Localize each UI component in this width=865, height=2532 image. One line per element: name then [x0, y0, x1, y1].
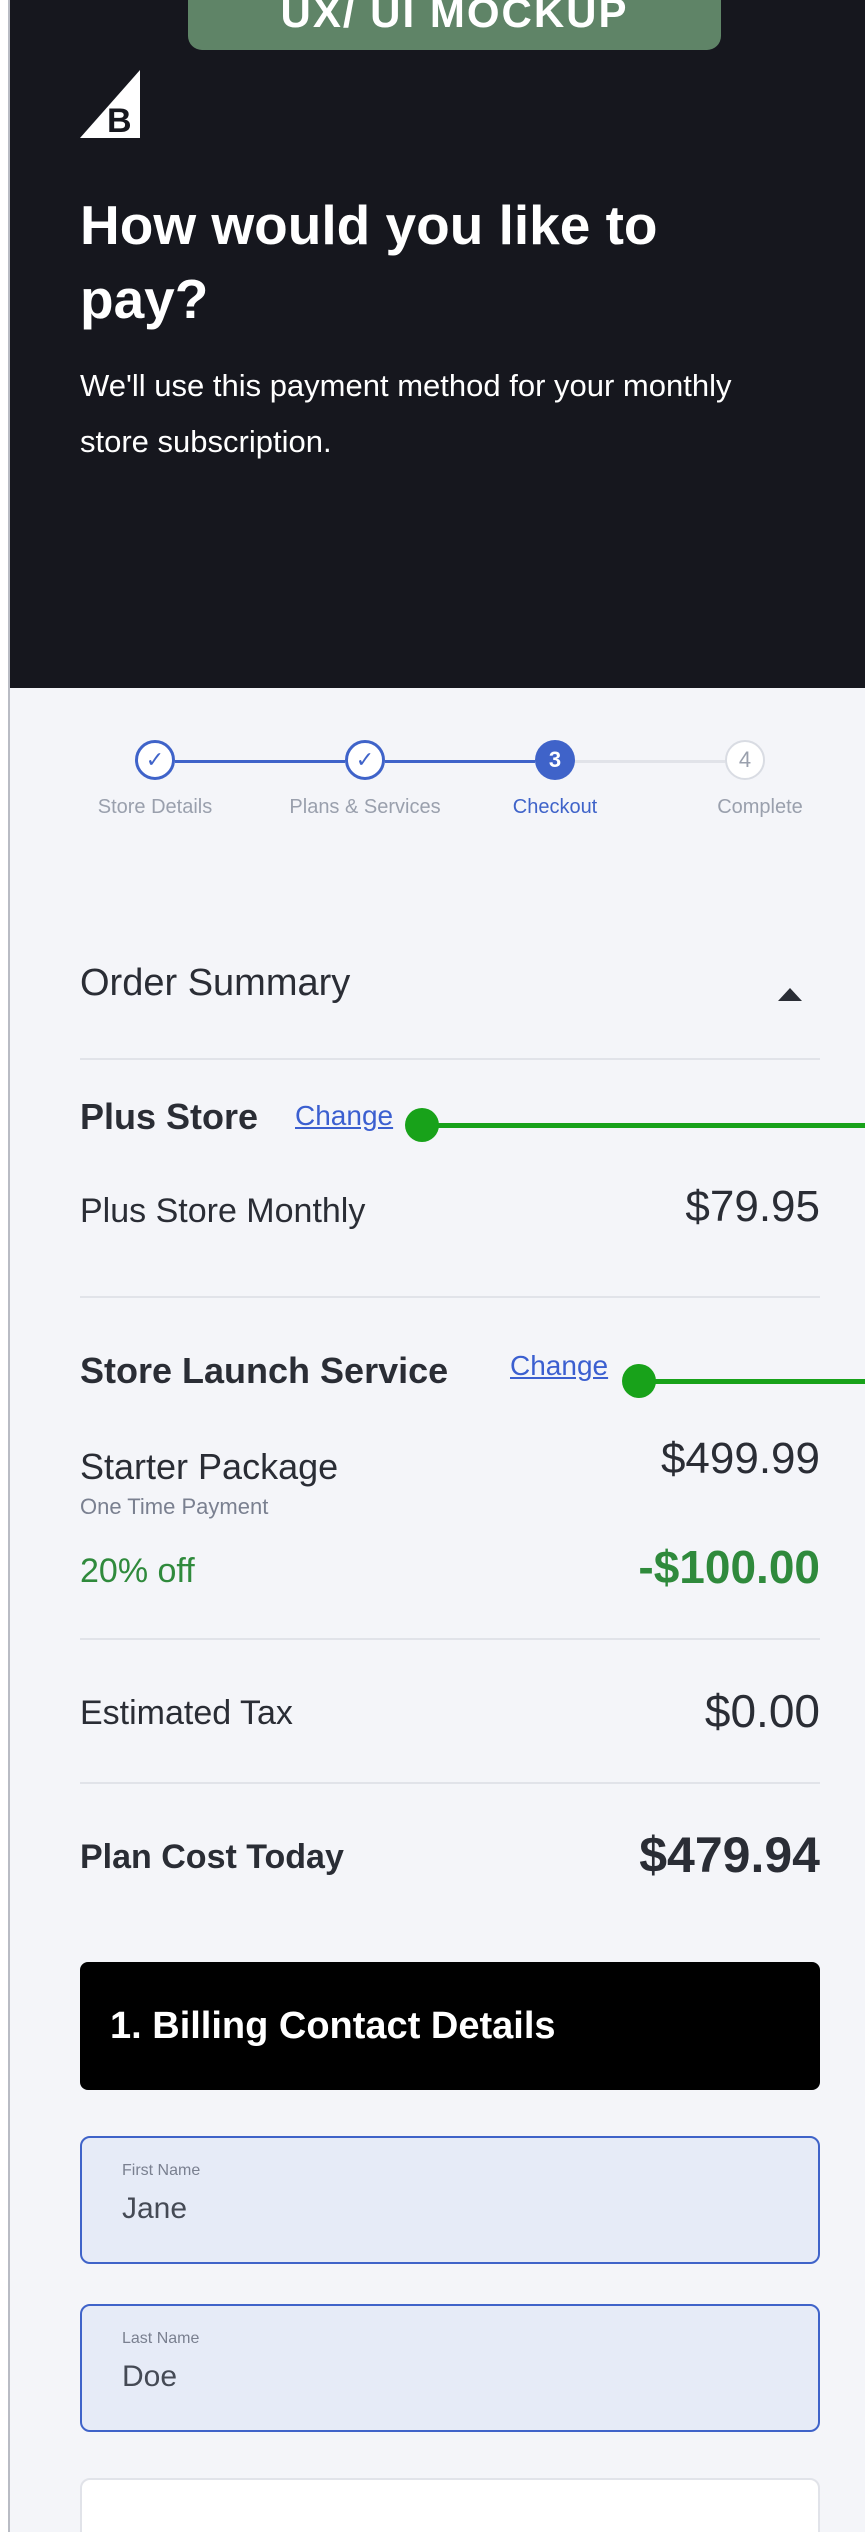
last-name-input[interactable]	[122, 2360, 762, 2394]
step-label-checkout: Checkout	[512, 796, 598, 818]
order-summary-title: Order Summary	[80, 962, 351, 1004]
launch-service-change-link[interactable]: Change	[510, 1350, 608, 1382]
discount-value: -$100.00	[638, 1541, 820, 1593]
next-field[interactable]	[80, 2478, 820, 2532]
annotation-line	[639, 1379, 865, 1384]
step-3-marker[interactable]: 3	[535, 740, 575, 780]
mockup-badge: UX/ UI MOCKUP	[188, 0, 721, 50]
step-label-store-details: Store Details	[97, 796, 213, 818]
starter-package-note: One Time Payment	[80, 1494, 269, 1519]
step-connector	[175, 760, 345, 763]
divider	[80, 1058, 820, 1060]
plan-cost-label: Plan Cost Today	[80, 1838, 344, 1876]
phone-screen: B How would you like to pay? We'll use t…	[10, 0, 865, 2532]
step-connector	[385, 760, 535, 763]
bigcommerce-logo-icon: B	[80, 70, 140, 138]
plus-store-item: Plus Store Monthly	[80, 1192, 366, 1230]
step-2-check-icon[interactable]: ✓	[345, 740, 385, 780]
svg-text:B: B	[107, 102, 132, 138]
first-name-input[interactable]	[122, 2192, 762, 2226]
page-title: How would you like to pay?	[80, 194, 658, 330]
plus-store-change-link[interactable]: Change	[295, 1100, 393, 1132]
billing-contact-header[interactable]: 1. Billing Contact Details	[80, 1962, 820, 2090]
step-connector	[575, 760, 725, 763]
page-subtitle: We'll use this payment method for your m…	[80, 368, 732, 459]
collapse-caret-icon[interactable]	[778, 988, 802, 1001]
last-name-label: Last Name	[122, 2330, 200, 2347]
plus-store-price: $79.95	[685, 1182, 820, 1231]
starter-package-item: Starter Package	[80, 1446, 339, 1487]
starter-package-price: $499.99	[660, 1434, 820, 1483]
hero-header: B How would you like to pay? We'll use t…	[10, 0, 865, 688]
estimated-tax-label: Estimated Tax	[80, 1694, 293, 1732]
first-name-label: First Name	[122, 2162, 201, 2179]
plus-store-heading: Plus Store	[80, 1096, 259, 1137]
launch-service-heading: Store Launch Service	[80, 1350, 449, 1391]
plan-cost-value: $479.94	[639, 1827, 820, 1883]
divider	[80, 1782, 820, 1784]
step-label-complete: Complete	[717, 796, 803, 818]
checkout-stepper: ✓ ✓ 3 4 Store Details Plans & Services C…	[10, 730, 865, 850]
discount-label: 20% off	[80, 1552, 195, 1590]
estimated-tax-value: $0.00	[704, 1685, 820, 1737]
divider	[80, 1638, 820, 1640]
divider	[80, 1296, 820, 1298]
step-4-marker[interactable]: 4	[725, 740, 765, 780]
step-1-check-icon[interactable]: ✓	[135, 740, 175, 780]
step-label-plans-services: Plans & Services	[289, 796, 441, 818]
last-name-field[interactable]: Last Name	[80, 2304, 820, 2432]
annotation-line	[422, 1123, 865, 1128]
first-name-field[interactable]: First Name	[80, 2136, 820, 2264]
